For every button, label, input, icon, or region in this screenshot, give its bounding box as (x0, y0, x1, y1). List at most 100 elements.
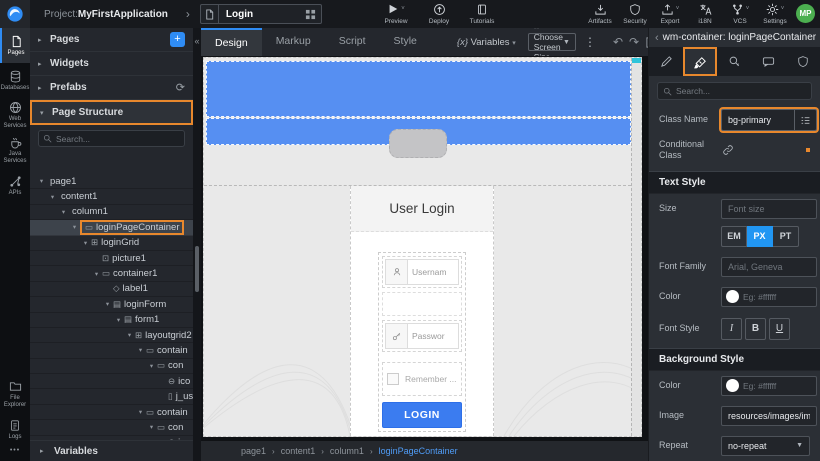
inspector-search-input[interactable] (672, 86, 806, 96)
more-options-icon[interactable]: ⋮ (584, 35, 596, 49)
rail-item-databases[interactable]: Databases (0, 63, 30, 98)
add-page-button[interactable]: + (170, 32, 185, 47)
screen-size-select[interactable]: -- Choose Screen Size -- ▼ (528, 33, 576, 51)
tab-markup[interactable]: Markup (262, 28, 325, 56)
picture-placeholder[interactable] (389, 129, 447, 158)
tab-script[interactable]: Script (325, 28, 380, 56)
rail-item-pages[interactable]: Pages (0, 28, 30, 63)
artifacts-button[interactable]: Artifacts (587, 2, 613, 25)
remember-me-row[interactable]: Remember ... (382, 362, 462, 396)
tree-item-loginform[interactable]: ▾▤loginForm (30, 297, 193, 312)
tab-inspect[interactable] (717, 47, 751, 76)
login-card[interactable]: User Login (350, 186, 494, 436)
rail-more-icon[interactable]: ••• (0, 447, 30, 457)
username-row[interactable] (382, 256, 462, 288)
password-row[interactable] (382, 320, 462, 352)
selected-container-top[interactable] (206, 61, 631, 117)
section-prefabs[interactable]: ▸Prefabs⟳ (30, 76, 193, 100)
bg-color-field[interactable] (721, 376, 817, 396)
class-list-icon[interactable] (794, 110, 816, 130)
class-name-field[interactable] (721, 109, 817, 131)
breadcrumb-item-column1[interactable]: column1 (330, 446, 364, 456)
section-widgets[interactable]: ▸Widgets (30, 52, 193, 76)
vcs-button[interactable]: ˅VCS (727, 2, 753, 25)
export-button[interactable]: ˅Export (657, 2, 683, 25)
tab-design[interactable]: Design (201, 28, 262, 56)
deploy-button[interactable]: Deploy (426, 2, 452, 25)
tree-item-form1[interactable]: ▾▤form1 (30, 313, 193, 328)
tree-item-label1[interactable]: ◇label1 (30, 282, 193, 297)
rail-item-web-services[interactable]: Web Services (0, 98, 30, 133)
avatar[interactable]: MP (796, 4, 815, 23)
page-tab[interactable]: Login (200, 4, 322, 24)
bind-link-icon[interactable] (722, 144, 734, 156)
remember-checkbox[interactable] (387, 373, 399, 385)
tab-style[interactable]: Style (380, 28, 431, 56)
tree-item-ico[interactable]: ⊖ico (30, 374, 193, 389)
bg-image-input[interactable] (721, 406, 817, 426)
grid-view-icon[interactable] (305, 9, 316, 20)
canvas-scrollbar[interactable] (631, 58, 641, 436)
unit-pt-button[interactable]: PT (773, 226, 799, 247)
i18n-button[interactable]: i18N (692, 2, 718, 25)
scrollbar-thumb[interactable] (195, 246, 199, 292)
tab-styles[interactable] (683, 47, 717, 76)
unit-px-button[interactable]: PX (747, 226, 773, 247)
preview-button[interactable]: ˅Preview (383, 2, 409, 25)
tree-item-loginpagecontainer[interactable]: ▾▭loginPageContainer (30, 220, 193, 235)
color-swatch[interactable] (726, 290, 739, 303)
tree-item-j-us[interactable]: ▯j_us (30, 389, 193, 404)
breadcrumb-item-content1[interactable]: content1 (281, 446, 316, 456)
breadcrumb-item-page1[interactable]: page1 (241, 446, 266, 456)
redo-icon[interactable]: ↷ (629, 35, 639, 49)
tree-item-layoutgrid2[interactable]: ▾⊞layoutgrid2 (30, 328, 193, 343)
undo-icon[interactable]: ↶ (613, 35, 623, 49)
login-button[interactable]: LOGIN (382, 402, 462, 428)
tree-item-con[interactable]: ▾▭con (30, 420, 193, 435)
bg-repeat-select[interactable]: no-repeat ▼ (721, 436, 810, 456)
structure-search-input[interactable] (52, 134, 180, 144)
variables-dropdown[interactable]: {x} Variables ▾ (457, 37, 516, 48)
unit-em-button[interactable]: EM (721, 226, 747, 247)
tree-item-page1[interactable]: ▾page1 (30, 174, 193, 189)
font-size-input[interactable] (721, 199, 817, 219)
tab-security[interactable] (786, 47, 820, 76)
inspector-search[interactable] (657, 82, 812, 100)
color-swatch[interactable] (726, 379, 739, 392)
underline-button[interactable]: U (769, 318, 790, 340)
settings-button[interactable]: ˅Settings (762, 2, 788, 25)
rail-item-logs[interactable]: Logs (0, 412, 30, 447)
page-canvas[interactable]: User Login (203, 57, 642, 437)
tree-item-con[interactable]: ▾▭con (30, 359, 193, 374)
tab-events[interactable] (752, 47, 786, 76)
rail-item-file-explorer[interactable]: File Explorer (0, 377, 30, 412)
font-color-field[interactable] (721, 287, 817, 307)
collapse-left-panel-icon[interactable]: « (193, 36, 201, 46)
tree-item-contain[interactable]: ▾▭contain (30, 405, 193, 420)
class-name-input[interactable] (722, 110, 794, 130)
tree-item-picture1[interactable]: ⊡picture1 (30, 251, 193, 266)
font-family-input[interactable] (721, 257, 817, 277)
security-button[interactable]: Security (622, 2, 648, 25)
tree-item-column1[interactable]: ▾column1 (30, 205, 193, 220)
bg-color-input[interactable] (743, 381, 816, 391)
variables-section[interactable]: ▸ Variables (30, 440, 193, 461)
tree-item-logingrid[interactable]: ▾⊞loginGrid (30, 236, 193, 251)
bold-button[interactable]: B (745, 318, 766, 340)
section-pages[interactable]: ▸Pages+ (30, 28, 193, 52)
structure-search[interactable] (38, 130, 185, 147)
tutorials-button[interactable]: Tutorials (469, 2, 495, 25)
chevron-left-icon[interactable]: ‹ (655, 32, 659, 44)
rail-item-java-services[interactable]: Java Services (0, 133, 30, 168)
italic-button[interactable]: I (721, 318, 742, 340)
tree-item-container1[interactable]: ▾▭container1 (30, 266, 193, 281)
breadcrumb-item-loginpagecontainer[interactable]: loginPageContainer (379, 446, 458, 456)
rail-item-apis[interactable]: APIs (0, 168, 30, 203)
tree-item-content1[interactable]: ▾content1 (30, 189, 193, 204)
password-input[interactable] (407, 323, 459, 349)
username-input[interactable] (407, 259, 459, 285)
wavemaker-logo-icon[interactable] (0, 0, 30, 28)
tab-properties[interactable] (649, 47, 683, 76)
font-color-input[interactable] (743, 292, 816, 302)
tree-item-contain[interactable]: ▾▭contain (30, 343, 193, 358)
